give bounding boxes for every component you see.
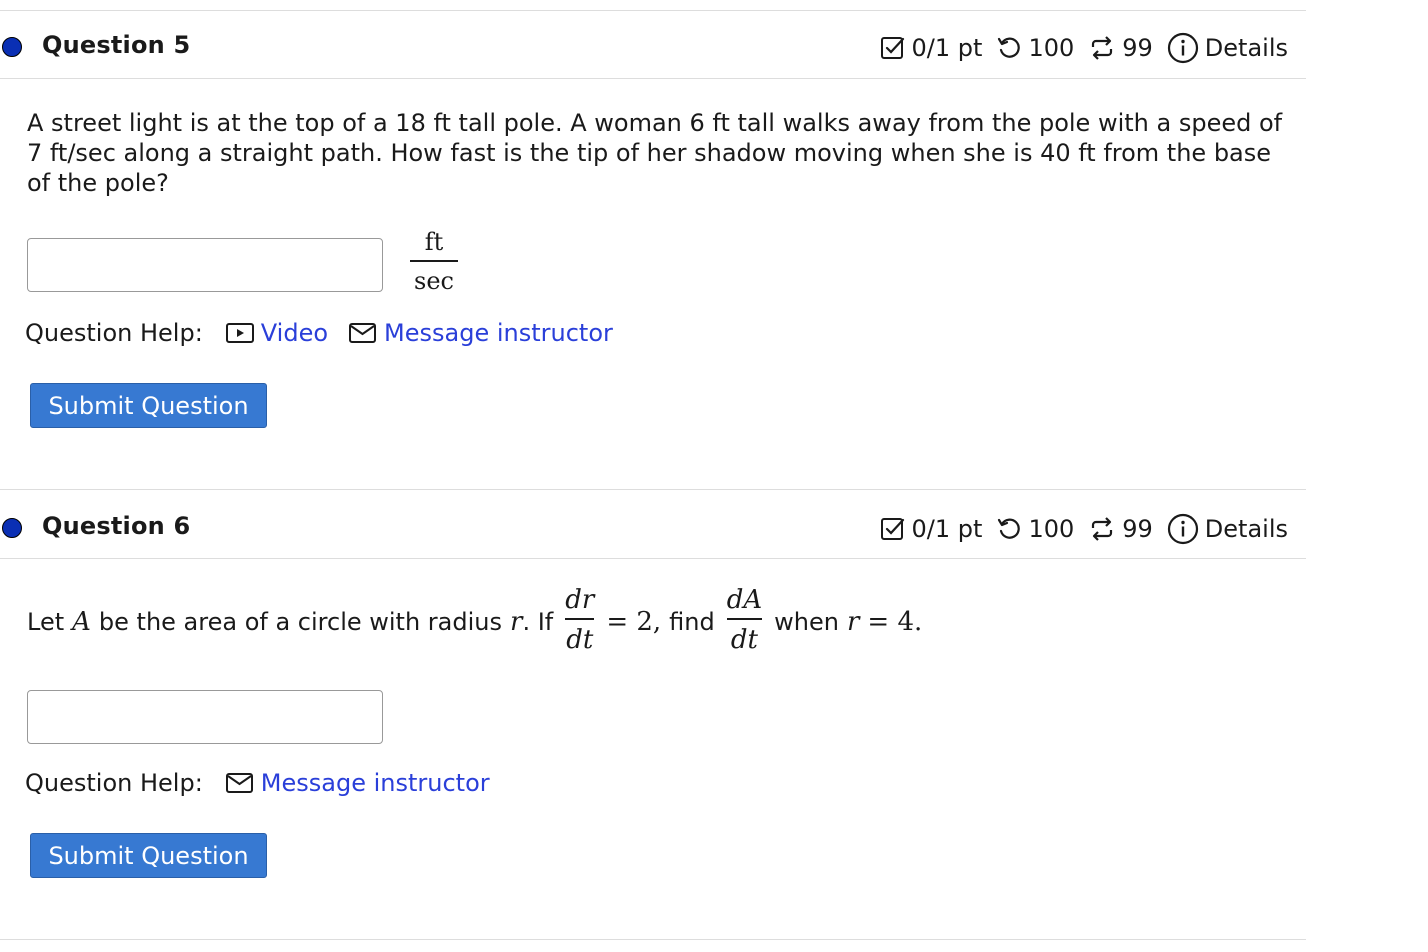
question-meta: 0/1 pt 100 99 Details bbox=[880, 513, 1288, 545]
info-circle-icon[interactable] bbox=[1167, 513, 1199, 545]
message-instructor-label: Message instructor bbox=[384, 319, 613, 347]
fraction-denominator: dt bbox=[730, 625, 758, 655]
undo-icon bbox=[996, 35, 1022, 61]
q6-text-when: when bbox=[774, 608, 839, 636]
check-square-icon bbox=[880, 516, 906, 542]
video-link[interactable]: Video bbox=[225, 319, 328, 347]
answer-input[interactable] bbox=[27, 690, 383, 744]
question-help-label: Question Help: bbox=[25, 769, 203, 797]
q6-text-mid: be the area of a circle with radius bbox=[98, 608, 502, 636]
check-square-icon bbox=[880, 35, 906, 61]
score-text: 0/1 pt bbox=[911, 515, 983, 543]
question-status-dot bbox=[2, 37, 22, 57]
q6-eq-end: = 4. bbox=[867, 607, 923, 637]
q6-var-r2: r bbox=[846, 607, 860, 637]
q6-var-A: A bbox=[72, 607, 91, 637]
fraction-numerator: dr bbox=[565, 585, 595, 615]
divider-q5-header bbox=[0, 78, 1306, 79]
question-title: Question 6 bbox=[42, 512, 191, 540]
unit-denominator: sec bbox=[414, 267, 454, 295]
question-5-header: Question 5 0/1 pt 100 99 Details bbox=[0, 24, 1306, 74]
refresh-arrows-icon bbox=[1088, 516, 1116, 542]
message-instructor-link[interactable]: Message instructor bbox=[225, 769, 490, 797]
question-title: Question 5 bbox=[42, 31, 191, 59]
fraction-bar bbox=[726, 618, 763, 620]
question-5-text: A street light is at the top of a 18 ft … bbox=[27, 109, 1283, 197]
score-text: 0/1 pt bbox=[911, 34, 983, 62]
q6-text-if: . If bbox=[522, 608, 554, 636]
details-link[interactable]: Details bbox=[1205, 515, 1288, 543]
question-help-row: Question Help: Message instructor bbox=[25, 769, 510, 797]
answer-input[interactable] bbox=[27, 238, 383, 292]
undo-icon bbox=[996, 516, 1022, 542]
submit-question-button[interactable]: Submit Question bbox=[30, 383, 267, 428]
video-play-icon bbox=[225, 323, 254, 343]
question-status-dot bbox=[2, 518, 22, 538]
q6-var-r: r bbox=[510, 607, 523, 637]
refresh-arrows-icon bbox=[1088, 35, 1116, 61]
fraction-denominator: dt bbox=[566, 625, 594, 655]
q6-fraction-dA-dt: dA dt bbox=[726, 584, 763, 656]
attempts-text: 99 bbox=[1122, 515, 1153, 543]
page: Question 5 0/1 pt 100 99 Details A stree… bbox=[0, 0, 1428, 952]
fraction-numerator: dA bbox=[726, 585, 763, 615]
unit-fraction: ft sec bbox=[410, 227, 458, 296]
unit-numerator: ft bbox=[424, 228, 444, 256]
question-help-row: Question Help: Video Message instructor bbox=[25, 319, 633, 347]
q6-fraction-dr-dt: dr dt bbox=[565, 584, 595, 656]
divider-q6-header bbox=[0, 558, 1306, 559]
attempts-text: 99 bbox=[1122, 34, 1153, 62]
fraction-bar bbox=[410, 260, 458, 262]
retries-text: 100 bbox=[1028, 515, 1075, 543]
q6-eq-part: = 2, bbox=[606, 607, 662, 637]
envelope-icon bbox=[225, 773, 253, 793]
divider-q6-top bbox=[0, 489, 1306, 490]
divider-bottom bbox=[0, 939, 1306, 940]
envelope-icon bbox=[349, 323, 377, 343]
info-circle-icon[interactable] bbox=[1167, 32, 1199, 64]
retries-text: 100 bbox=[1028, 34, 1075, 62]
question-6-header: Question 6 0/1 pt 100 99 Details bbox=[0, 505, 1306, 555]
message-instructor-link[interactable]: Message instructor bbox=[348, 319, 613, 347]
fraction-bar bbox=[565, 618, 595, 620]
q6-text-find: find bbox=[669, 608, 715, 636]
question-help-label: Question Help: bbox=[25, 319, 203, 347]
submit-question-button[interactable]: Submit Question bbox=[30, 833, 267, 878]
divider-top bbox=[0, 10, 1306, 11]
video-link-label: Video bbox=[260, 319, 329, 347]
message-instructor-label: Message instructor bbox=[260, 769, 490, 797]
question-meta: 0/1 pt 100 99 Details bbox=[880, 32, 1288, 64]
question-6-text: Let A be the area of a circle with radiu… bbox=[27, 584, 923, 658]
details-link[interactable]: Details bbox=[1205, 34, 1288, 62]
q6-text-pre: Let bbox=[27, 608, 65, 636]
